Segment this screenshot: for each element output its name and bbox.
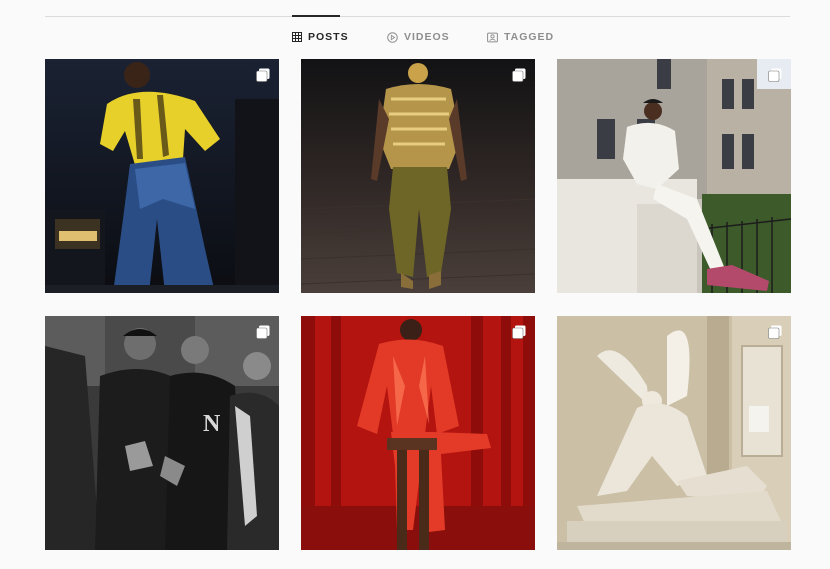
tabs-divider [45, 16, 790, 17]
tab-videos-label: VIDEOS [404, 31, 450, 43]
multi-image-icon [256, 325, 270, 339]
profile-tabs: POSTS VIDEOS TAGGED [0, 31, 830, 47]
post-image [301, 316, 535, 550]
post-image [45, 59, 279, 293]
multi-image-icon [768, 325, 782, 339]
tab-videos[interactable]: VIDEOS [387, 31, 450, 43]
active-tab-indicator [292, 15, 340, 17]
post-tile[interactable] [301, 59, 535, 293]
tab-posts-label: POSTS [308, 31, 349, 43]
tab-tagged-label: TAGGED [504, 31, 555, 43]
multi-image-icon [512, 68, 526, 82]
multi-image-icon [512, 325, 526, 339]
post-tile[interactable] [557, 59, 791, 293]
post-tile[interactable]: N [45, 316, 279, 550]
svg-text:N: N [203, 411, 221, 437]
post-image [557, 316, 791, 550]
multi-image-icon [256, 68, 270, 82]
tab-posts[interactable]: POSTS [292, 31, 349, 43]
play-circle-icon [387, 31, 398, 43]
post-image: N [45, 316, 279, 550]
post-tile[interactable] [45, 59, 279, 293]
post-image [301, 59, 535, 293]
multi-image-icon [768, 68, 782, 82]
post-image [557, 59, 791, 293]
post-tile[interactable] [301, 316, 535, 550]
tag-portrait-icon [487, 32, 498, 42]
post-tile[interactable] [557, 316, 791, 550]
grid-icon [292, 32, 302, 42]
tab-tagged[interactable]: TAGGED [487, 31, 554, 43]
